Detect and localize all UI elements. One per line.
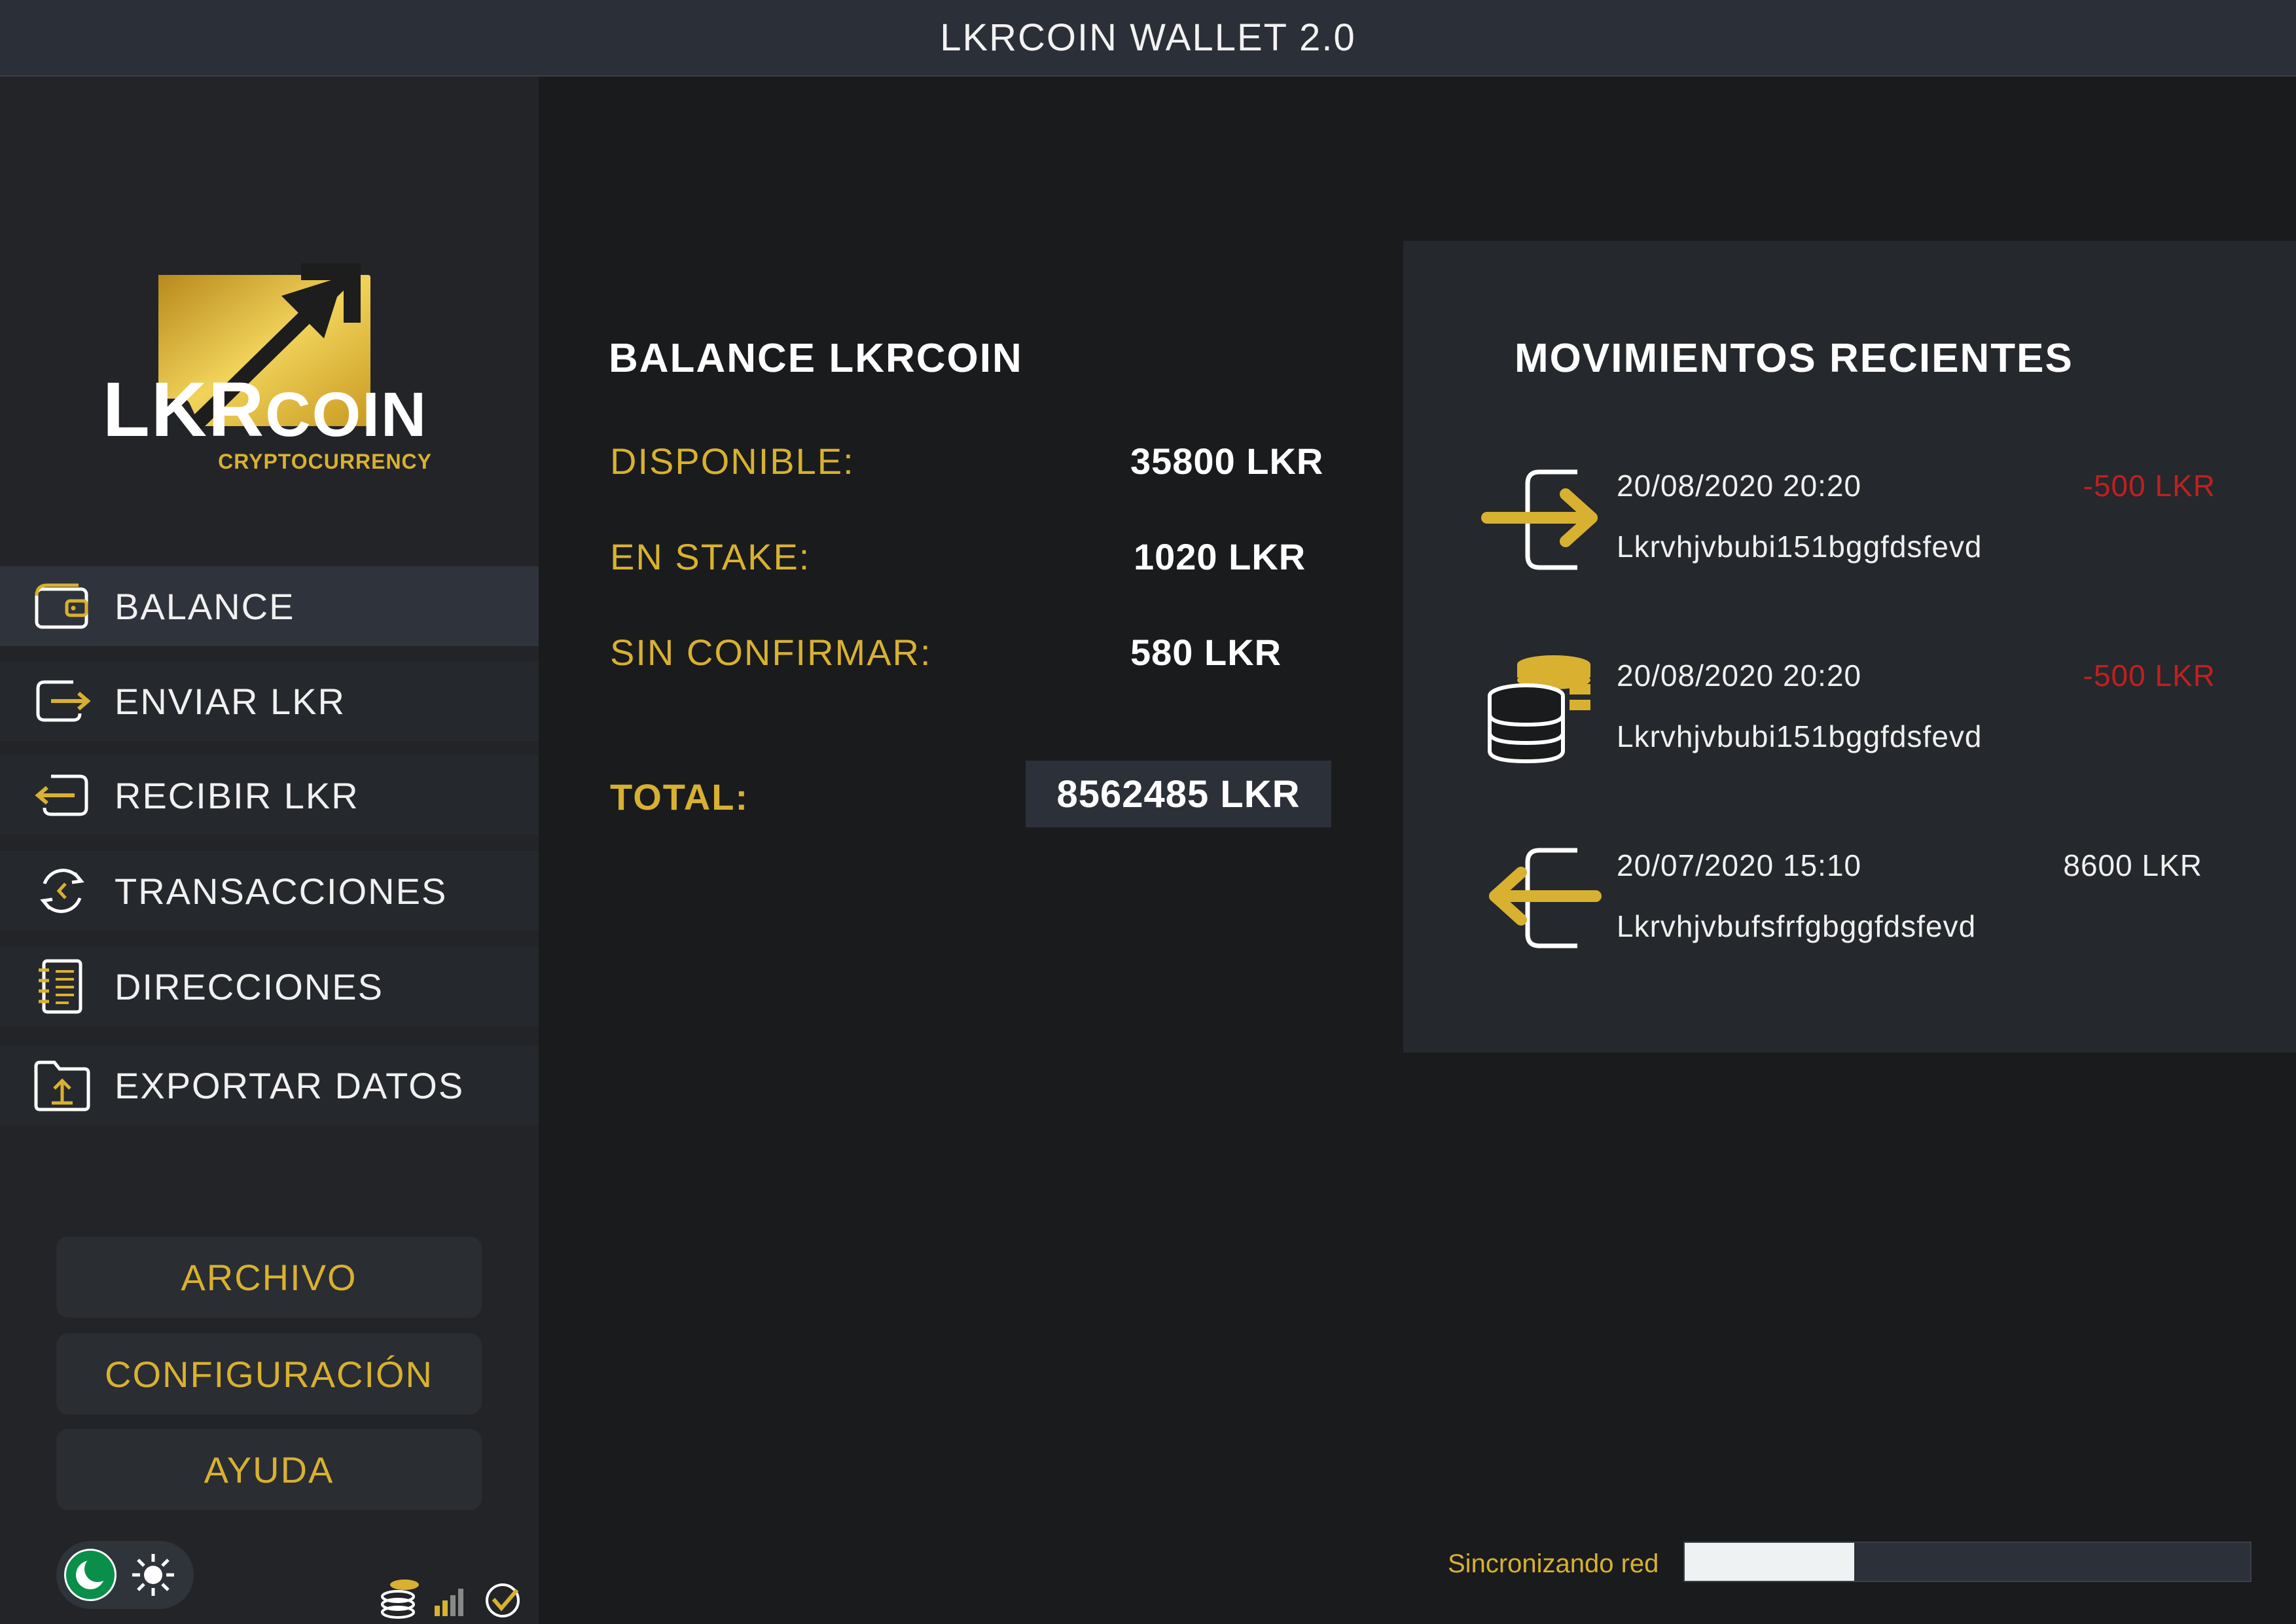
theme-toggle[interactable] — [56, 1541, 194, 1609]
archivo-button[interactable]: ARCHIVO — [56, 1236, 482, 1318]
recent-movements-title: MOVIMIENTOS RECIENTES — [1515, 336, 2073, 381]
nav-item-balance[interactable]: BALANCE — [0, 566, 539, 646]
coins-icon — [1488, 655, 1590, 764]
configuracion-label: CONFIGURACIÓN — [105, 1353, 433, 1395]
nav-item-recibir[interactable]: RECIBIR LKR — [0, 755, 539, 835]
wallet-icon — [29, 573, 95, 639]
en-stake-label: EN STAKE: — [610, 536, 811, 577]
coins-status-icon — [381, 1579, 419, 1619]
receive-icon — [1489, 848, 1602, 948]
movement-address: Lkrvhjvbufsfrfgbggfdsfevd — [1617, 909, 1977, 943]
balance-title: BALANCE LKRCOIN — [609, 336, 1023, 381]
send-icon — [1481, 469, 1598, 570]
sync-progress-bar — [1683, 1542, 2251, 1582]
logo-text: LKRCOIN CRYPTOCURRENCY — [92, 371, 439, 474]
export-icon — [29, 1053, 95, 1118]
movement-date: 20/07/2020 15:10 — [1617, 848, 1862, 882]
disponible-label: DISPONIBLE: — [610, 441, 855, 482]
sin-confirmar-label: SIN CONFIRMAR: — [610, 632, 932, 673]
disponible-value: 35800 LKR — [1130, 441, 1324, 482]
receive-icon — [29, 763, 95, 828]
en-stake-value: 1020 LKR — [1134, 536, 1306, 577]
sidebar: LKRCOIN CRYPTOCURRENCY BALANCE ENVIAR LK… — [0, 77, 539, 1624]
logo-tagline: CRYPTOCURRENCY — [218, 450, 432, 473]
nav-label: TRANSACCIONES — [115, 870, 448, 912]
movement-date: 20/08/2020 20:20 — [1617, 469, 1862, 503]
nav-label: ENVIAR LKR — [115, 680, 346, 722]
transactions-icon — [29, 858, 95, 924]
ayuda-label: AYUDA — [204, 1449, 334, 1490]
ayuda-button[interactable]: AYUDA — [56, 1429, 482, 1510]
total-value-box: 8562485 LKR — [1026, 761, 1331, 827]
movement-amount: 8600 LKR — [2063, 848, 2202, 882]
total-value: 8562485 LKR — [1056, 772, 1300, 816]
title-bar: LKRCOIN WALLET 2.0 — [0, 0, 2296, 77]
nav-item-transacciones[interactable]: TRANSACCIONES — [0, 851, 539, 931]
archivo-label: ARCHIVO — [181, 1256, 357, 1298]
nav-item-direcciones[interactable]: DIRECCIONES — [0, 947, 539, 1026]
configuracion-button[interactable]: CONFIGURACIÓN — [56, 1333, 482, 1415]
nav-item-enviar[interactable]: ENVIAR LKR — [0, 661, 539, 741]
movement-address: Lkrvhjvbubi151bggfdsfevd — [1617, 719, 1982, 753]
nav-label: RECIBIR LKR — [115, 774, 359, 816]
sync-check-icon — [486, 1583, 520, 1617]
nav-label: BALANCE — [115, 585, 295, 627]
moon-icon — [64, 1549, 117, 1601]
nav-label: DIRECCIONES — [115, 965, 384, 1007]
total-label: TOTAL: — [610, 776, 749, 818]
window-title: LKRCOIN WALLET 2.0 — [940, 16, 1356, 59]
send-icon — [29, 668, 95, 734]
signal-icon — [435, 1589, 463, 1616]
sin-confirmar-value: 580 LKR — [1130, 632, 1282, 673]
nav-label: EXPORTAR DATOS — [115, 1064, 465, 1106]
movement-amount: -500 LKR — [2083, 469, 2215, 503]
status-icons — [381, 1579, 520, 1619]
sun-icon — [132, 1554, 174, 1596]
logo-wordmark: LKRCOIN — [102, 367, 428, 453]
address-book-icon — [29, 954, 95, 1019]
movement-address: Lkrvhjvbubi151bggfdsfevd — [1617, 530, 1982, 564]
nav-item-exportar[interactable]: EXPORTAR DATOS — [0, 1045, 539, 1125]
sync-label: Sincronizando red — [1448, 1549, 1659, 1578]
sync-progress-fill — [1685, 1543, 1855, 1581]
movement-date: 20/08/2020 20:20 — [1617, 659, 1862, 693]
movement-amount: -500 LKR — [2083, 659, 2215, 693]
